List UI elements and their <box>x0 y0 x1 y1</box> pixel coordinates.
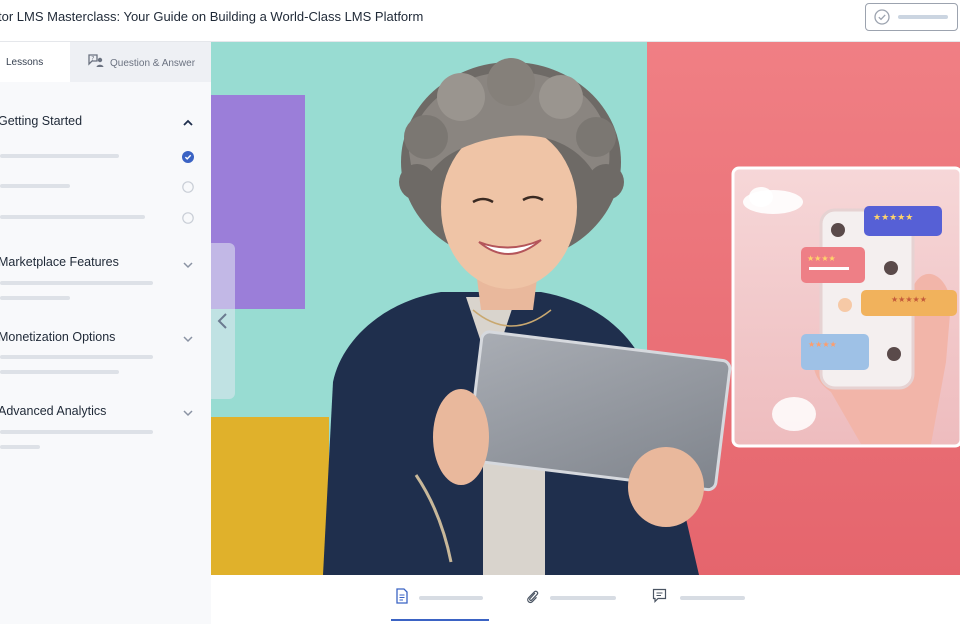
tab-overview-label-placeholder <box>419 596 483 600</box>
lesson-title-placeholder[interactable] <box>0 215 145 219</box>
chevron-down-icon[interactable] <box>182 258 194 270</box>
svg-text:★★★★★: ★★★★★ <box>891 295 927 304</box>
topic-advanced-analytics-title[interactable]: Advanced Analytics <box>0 404 106 418</box>
lesson-title-placeholder[interactable] <box>0 184 70 188</box>
comment-icon <box>652 588 667 608</box>
topic-summary-placeholder <box>0 355 153 359</box>
lesson-title-placeholder[interactable] <box>0 154 119 158</box>
tab-question-answer[interactable]: ? Question & Answer <box>70 42 211 82</box>
svg-text:?: ? <box>91 55 94 62</box>
tab-lessons[interactable]: Lessons <box>0 42 70 82</box>
tab-overview[interactable] <box>394 587 489 623</box>
topic-summary-placeholder <box>0 296 70 300</box>
topic-summary-placeholder <box>0 281 153 285</box>
question-answer-icon: ? <box>87 53 105 72</box>
active-tab-indicator <box>391 619 489 621</box>
chevron-down-icon[interactable] <box>182 332 194 344</box>
sidebar-tabs: Lessons ? Question & Answer <box>0 42 211 82</box>
empty-circle-icon <box>182 211 194 224</box>
chevron-up-icon[interactable] <box>182 116 194 128</box>
topic-summary-placeholder <box>0 430 153 434</box>
tab-comments-label-placeholder <box>680 596 745 600</box>
tab-comments[interactable] <box>651 587 751 623</box>
topic-getting-started-title[interactable]: Getting Started <box>0 114 82 128</box>
svg-text:★★★★: ★★★★ <box>808 340 837 349</box>
topic-summary-placeholder <box>0 445 40 449</box>
lesson-bottom-tabs <box>211 575 960 624</box>
topic-monetization-options-title[interactable]: Monetization Options <box>0 330 115 344</box>
mark-complete-button[interactable] <box>865 3 958 31</box>
tab-question-answer-label: Question & Answer <box>110 58 196 69</box>
document-icon <box>395 588 409 609</box>
paperclip-icon <box>525 588 539 609</box>
topic-marketplace-features-title[interactable]: Marketplace Features <box>0 255 119 269</box>
sidebar-collapse-handle[interactable] <box>211 243 235 399</box>
chevron-left-icon <box>217 313 227 329</box>
topic-summary-placeholder <box>0 370 119 374</box>
lesson-hero-image: ★★★★★ ★★★★ ★★★★★ ★★★★ <box>211 42 960 575</box>
tab-attachments[interactable] <box>524 587 624 623</box>
check-circle-icon <box>874 9 890 30</box>
tab-lessons-label: Lessons <box>6 57 44 68</box>
chevron-down-icon[interactable] <box>182 406 194 418</box>
top-bar: tor LMS Masterclass: Your Guide on Build… <box>0 0 960 42</box>
mark-complete-label-placeholder <box>898 15 948 19</box>
course-sidebar: Lessons ? Question & Answer Getting Star… <box>0 42 211 624</box>
hero-illustration: ★★★★★ ★★★★ ★★★★★ ★★★★ <box>211 42 960 575</box>
svg-text:★★★★★: ★★★★★ <box>873 213 913 223</box>
tab-attachments-label-placeholder <box>550 596 616 600</box>
svg-text:★★★★: ★★★★ <box>807 254 836 263</box>
check-circle-filled-icon <box>182 150 194 163</box>
empty-circle-icon <box>182 180 194 193</box>
course-title: tor LMS Masterclass: Your Guide on Build… <box>0 9 424 24</box>
